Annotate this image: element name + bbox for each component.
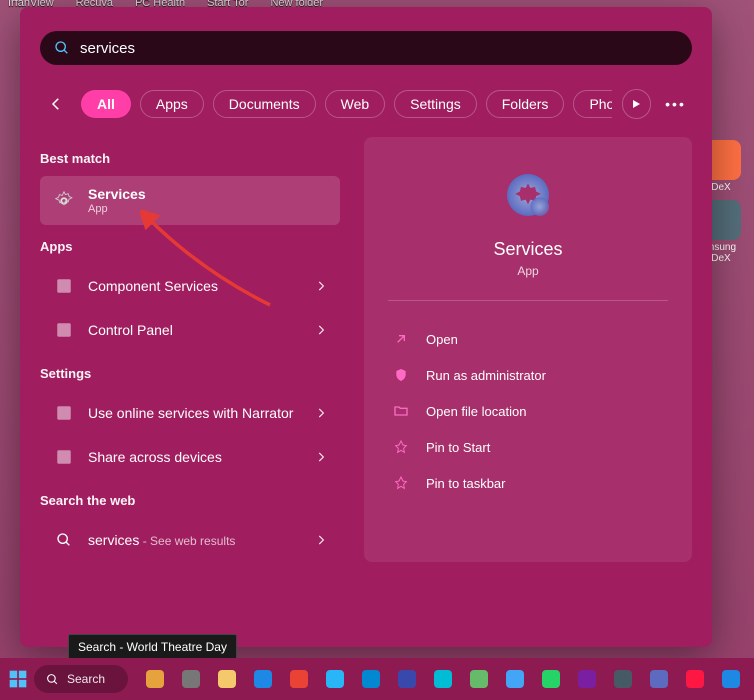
section-web: Search the web (40, 493, 340, 508)
section-best-match: Best match (40, 151, 340, 166)
search-input[interactable] (80, 40, 678, 57)
result-component-services[interactable]: Component Services (40, 264, 340, 308)
section-apps: Apps (40, 239, 340, 254)
taskbar-word[interactable] (716, 664, 746, 694)
taskbar-onenote[interactable] (572, 664, 602, 694)
filter-pho[interactable]: Pho (573, 90, 611, 118)
filter-settings[interactable]: Settings (394, 90, 477, 118)
more-button[interactable]: ••• (661, 96, 690, 112)
chevron-right-icon (314, 450, 328, 464)
taskbar: Search (0, 658, 754, 700)
pin-icon (392, 438, 410, 456)
result-services[interactable]: ServicesApp (40, 176, 340, 225)
search-icon (52, 528, 76, 552)
taskbar-search[interactable]: Search (34, 665, 128, 693)
folder-icon (392, 402, 410, 420)
action-open[interactable]: Open (388, 321, 668, 357)
play-button[interactable] (622, 89, 651, 119)
search-panel: All Apps Documents Web Settings Folders Pho ••… (20, 7, 712, 647)
chevron-right-icon (314, 323, 328, 337)
taskbar-explorer[interactable] (212, 664, 242, 694)
app-icon (52, 274, 76, 298)
result-share-devices[interactable]: Share across devices (40, 435, 340, 479)
preview-title: Services (388, 239, 668, 260)
action-loc[interactable]: Open file location (388, 393, 668, 429)
app-icon (52, 318, 76, 342)
pin-icon (392, 474, 410, 492)
taskbar-opera[interactable] (680, 664, 710, 694)
filter-documents[interactable]: Documents (213, 90, 316, 118)
taskbar-taskview[interactable] (176, 664, 206, 694)
gear-icon (52, 189, 76, 213)
taskbar-edge[interactable] (248, 664, 278, 694)
filter-apps[interactable]: Apps (140, 90, 204, 118)
section-settings: Settings (40, 366, 340, 381)
app-icon (52, 401, 76, 425)
results-list: Best match ServicesApp Apps Component Se… (40, 137, 340, 562)
taskbar-shield[interactable] (500, 664, 530, 694)
preview-subtitle: App (388, 264, 668, 278)
start-button[interactable] (8, 666, 28, 692)
filter-row: All Apps Documents Web Settings Folders Pho ••… (20, 79, 712, 129)
search-tooltip: Search - World Theatre Day (68, 634, 237, 660)
search-icon (54, 40, 70, 56)
open-icon (392, 330, 410, 348)
filter-folders[interactable]: Folders (486, 90, 565, 118)
search-icon (46, 673, 59, 686)
action-pintask[interactable]: Pin to taskbar (388, 465, 668, 501)
taskbar-paddle[interactable] (464, 664, 494, 694)
filter-all[interactable]: All (81, 90, 131, 118)
taskbar-mail[interactable] (356, 664, 386, 694)
search-bar[interactable] (40, 31, 692, 65)
shield-icon (392, 366, 410, 384)
preview-pane: Services App OpenRun as administratorOpe… (364, 137, 692, 562)
taskbar-store[interactable] (392, 664, 422, 694)
action-admin[interactable]: Run as administrator (388, 357, 668, 393)
taskbar-prime[interactable] (428, 664, 458, 694)
chevron-right-icon (314, 279, 328, 293)
chevron-right-icon (314, 533, 328, 547)
result-online-services[interactable]: Use online services with Narrator (40, 391, 340, 435)
back-button[interactable] (42, 89, 71, 119)
taskbar-weather[interactable] (320, 664, 350, 694)
result-control-panel[interactable]: Control Panel (40, 308, 340, 352)
chevron-right-icon (314, 406, 328, 420)
result-web-services[interactable]: services - See web results (40, 518, 340, 562)
taskbar-whatsapp[interactable] (536, 664, 566, 694)
action-pinstart[interactable]: Pin to Start (388, 429, 668, 465)
app-icon (52, 445, 76, 469)
taskbar-widgets[interactable] (140, 664, 170, 694)
filter-web[interactable]: Web (325, 90, 386, 118)
gear-icon (500, 167, 556, 223)
taskbar-chrome[interactable] (284, 664, 314, 694)
taskbar-mgr[interactable] (608, 664, 638, 694)
taskbar-teams[interactable] (644, 664, 674, 694)
